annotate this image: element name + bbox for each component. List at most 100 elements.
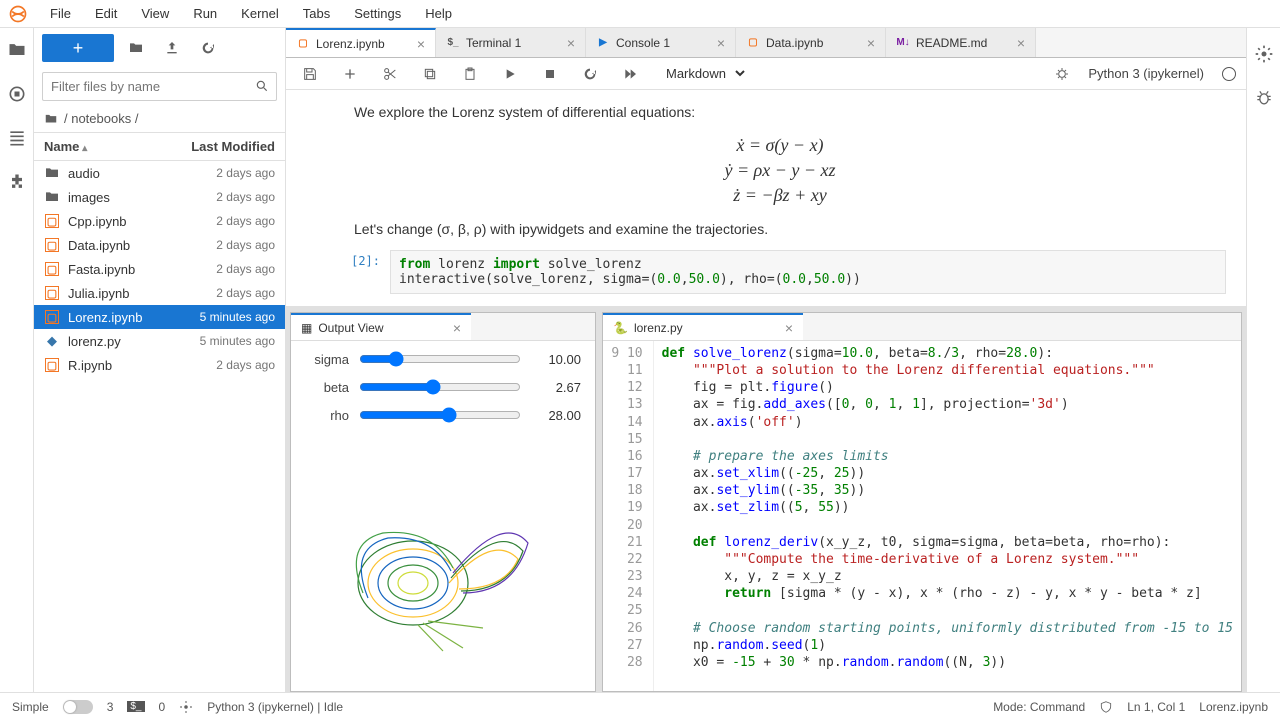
- folder-icon[interactable]: [7, 40, 27, 60]
- dock-panel: ▢Lorenz.ipynb×$_Terminal 1×▶Console 1×▢D…: [286, 28, 1246, 692]
- file-modified: 2 days ago: [216, 358, 275, 372]
- debugger-icon[interactable]: [1254, 88, 1274, 108]
- file-browser: + / notebooks / Name Last Modified audio…: [34, 28, 286, 692]
- file-row[interactable]: ▢Fasta.ipynb2 days ago: [34, 257, 285, 281]
- folder-icon: [44, 165, 60, 181]
- file-name: Fasta.ipynb: [68, 262, 135, 277]
- run-all-icon[interactable]: [622, 66, 638, 82]
- file-row[interactable]: audio 2 days ago: [34, 161, 285, 185]
- output-icon: ▦: [301, 321, 312, 335]
- file-modified: 2 days ago: [216, 166, 275, 180]
- file-row[interactable]: ▢Data.ipynb2 days ago: [34, 233, 285, 257]
- restart-icon[interactable]: [582, 66, 598, 82]
- python-icon: ◆: [44, 333, 60, 349]
- close-icon[interactable]: ×: [453, 320, 461, 336]
- refresh-icon[interactable]: [200, 40, 216, 56]
- kernel-name[interactable]: Python 3 (ipykernel): [1088, 66, 1204, 81]
- lsp-icon[interactable]: [179, 700, 193, 714]
- code-cell-input[interactable]: from lorenz import solve_lorenz interact…: [390, 250, 1226, 294]
- tab-lorenz-ipynb[interactable]: ▢Lorenz.ipynb×: [286, 28, 436, 57]
- menu-run[interactable]: Run: [183, 2, 227, 25]
- menu-kernel[interactable]: Kernel: [231, 2, 289, 25]
- slider-rho: rho28.00: [305, 407, 581, 423]
- toc-icon[interactable]: [7, 128, 27, 148]
- cursor-position[interactable]: Ln 1, Col 1: [1127, 700, 1185, 714]
- file-modified: 5 minutes ago: [200, 310, 275, 324]
- notebook-icon: ▢: [44, 285, 60, 301]
- run-icon[interactable]: [502, 66, 518, 82]
- kernel-status-icon[interactable]: [1222, 67, 1236, 81]
- slider-label: rho: [305, 408, 349, 423]
- folder-icon: [44, 112, 58, 126]
- new-launcher-button[interactable]: +: [42, 34, 114, 62]
- extensions-icon[interactable]: [7, 172, 27, 192]
- menu-help[interactable]: Help: [415, 2, 462, 25]
- file-row[interactable]: ▢R.ipynb2 days ago: [34, 353, 285, 377]
- file-name: Julia.ipynb: [68, 286, 129, 301]
- close-icon[interactable]: ×: [417, 36, 425, 52]
- file-row[interactable]: ▢Cpp.ipynb2 days ago: [34, 209, 285, 233]
- close-icon[interactable]: ×: [567, 35, 575, 51]
- kernels-count[interactable]: 0: [159, 700, 166, 714]
- current-file[interactable]: Lorenz.ipynb: [1199, 700, 1268, 714]
- upload-icon[interactable]: [164, 40, 180, 56]
- notebook-content[interactable]: We explore the Lorenz system of differen…: [286, 90, 1246, 306]
- menu-tabs[interactable]: Tabs: [293, 2, 340, 25]
- code-body[interactable]: def solve_lorenz(sigma=10.0, beta=8./3, …: [654, 341, 1241, 691]
- file-row[interactable]: images2 days ago: [34, 185, 285, 209]
- tab-output-view[interactable]: ▦Output View ×: [291, 313, 471, 340]
- filter-input[interactable]: [42, 72, 277, 101]
- tab-console-1[interactable]: ▶Console 1×: [586, 28, 736, 57]
- notebook-mode[interactable]: Mode: Command: [993, 700, 1085, 714]
- slider-input[interactable]: [359, 379, 521, 395]
- slider-label: sigma: [305, 352, 349, 367]
- terminal-icon: $_: [127, 701, 144, 712]
- stop-icon[interactable]: [542, 66, 558, 82]
- slider-input[interactable]: [359, 407, 521, 423]
- close-icon[interactable]: ×: [867, 35, 875, 51]
- top-menubar: FileEditViewRunKernelTabsSettingsHelp: [0, 0, 1280, 28]
- menu-view[interactable]: View: [131, 2, 179, 25]
- search-icon: [255, 79, 269, 93]
- file-row[interactable]: ▢Lorenz.ipynb5 minutes ago: [34, 305, 285, 329]
- file-name: audio: [68, 166, 100, 181]
- code-editor[interactable]: 9 10 11 12 13 14 15 16 17 18 19 20 21 22…: [603, 341, 1241, 691]
- slider-input[interactable]: [359, 351, 521, 367]
- property-inspector-icon[interactable]: [1254, 44, 1274, 64]
- close-icon[interactable]: ×: [717, 35, 725, 51]
- menu-settings[interactable]: Settings: [344, 2, 411, 25]
- kernel-status[interactable]: Python 3 (ipykernel) | Idle: [207, 700, 343, 714]
- file-row[interactable]: ◆lorenz.py5 minutes ago: [34, 329, 285, 353]
- main-tab-bar: ▢Lorenz.ipynb×$_Terminal 1×▶Console 1×▢D…: [286, 28, 1246, 58]
- col-modified-header[interactable]: Last Modified: [191, 139, 275, 154]
- tab-data-ipynb[interactable]: ▢Data.ipynb×: [736, 28, 886, 57]
- terminals-count[interactable]: 3: [107, 700, 114, 714]
- add-cell-icon[interactable]: [342, 66, 358, 82]
- slider-value: 10.00: [531, 352, 581, 367]
- output-view-panel: ▦Output View × sigma10.00beta2.67rho28.0…: [290, 312, 596, 692]
- close-icon[interactable]: ×: [1017, 35, 1025, 51]
- simple-mode-toggle[interactable]: [63, 700, 93, 714]
- running-icon[interactable]: [7, 84, 27, 104]
- notebook-icon: ▢: [44, 213, 60, 229]
- tab-lorenz-py[interactable]: 🐍lorenz.py ×: [603, 313, 803, 340]
- tab-terminal-1[interactable]: $_Terminal 1×: [436, 28, 586, 57]
- col-name-header[interactable]: Name: [44, 139, 87, 154]
- menu-edit[interactable]: Edit: [85, 2, 127, 25]
- cell-type-select[interactable]: Markdown: [656, 63, 748, 84]
- new-folder-icon[interactable]: [128, 40, 144, 56]
- tab-readme-md[interactable]: M↓README.md×: [886, 28, 1036, 57]
- paste-icon[interactable]: [462, 66, 478, 82]
- cut-icon[interactable]: [382, 66, 398, 82]
- slider-sigma: sigma 10.00: [305, 351, 581, 367]
- notebook-trust-icon[interactable]: [1099, 700, 1113, 714]
- close-icon[interactable]: ×: [785, 320, 793, 336]
- breadcrumb[interactable]: / notebooks /: [34, 105, 285, 133]
- jupyter-logo-icon: [8, 4, 28, 24]
- menu-file[interactable]: File: [40, 2, 81, 25]
- debug-icon[interactable]: [1054, 66, 1070, 82]
- copy-icon[interactable]: [422, 66, 438, 82]
- file-name: Data.ipynb: [68, 238, 130, 253]
- file-row[interactable]: ▢Julia.ipynb2 days ago: [34, 281, 285, 305]
- save-icon[interactable]: [302, 66, 318, 82]
